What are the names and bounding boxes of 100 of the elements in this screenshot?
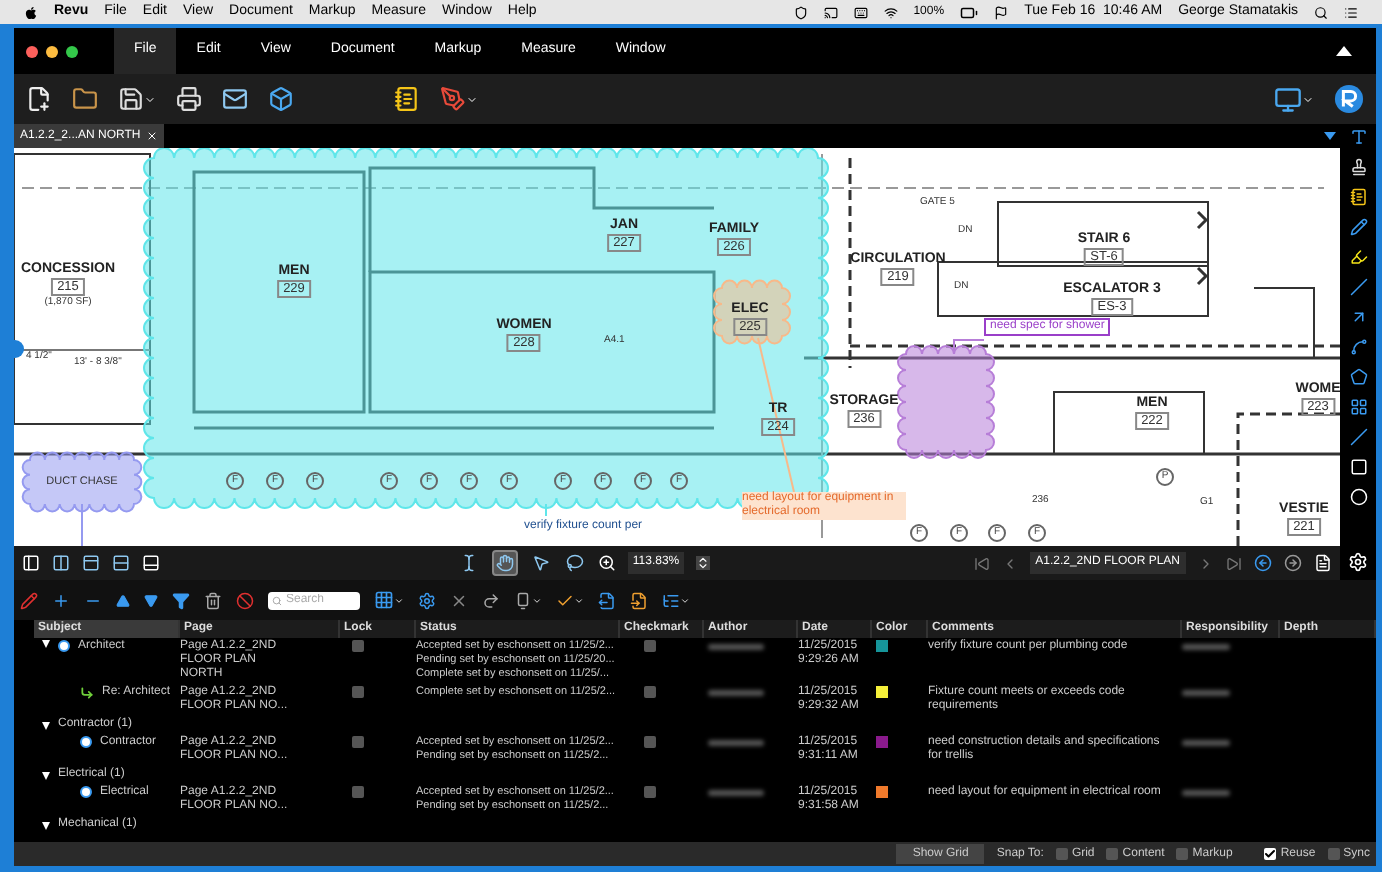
redo-icon[interactable]: [482, 591, 500, 609]
first-page-icon[interactable]: [973, 555, 990, 571]
folder-icon[interactable]: [72, 86, 98, 112]
checkmark-icon[interactable]: [556, 591, 574, 609]
flag-icon[interactable]: [994, 5, 1009, 19]
canvas-tool[interactable]: [492, 550, 519, 576]
stamp-icon[interactable]: [1349, 158, 1367, 176]
pen-icon[interactable]: [1349, 218, 1367, 236]
blurred-responsibility: [1182, 644, 1230, 650]
cloud-markup[interactable]: [21, 451, 143, 513]
save-icon[interactable]: [118, 86, 144, 112]
disclosure-triangle[interactable]: [42, 721, 50, 729]
cast-icon[interactable]: [823, 5, 838, 19]
document-icon[interactable]: [1314, 554, 1332, 572]
grid-icon[interactable]: [1349, 398, 1367, 416]
close-window-button[interactable]: [26, 45, 38, 57]
checkmark-checkbox[interactable]: [644, 686, 656, 698]
filter-icon[interactable]: [172, 591, 190, 609]
stepper-icon[interactable]: [695, 556, 710, 570]
option-checkbox[interactable]: [1264, 848, 1277, 860]
settings-icon[interactable]: [418, 591, 436, 609]
cloud-markup[interactable]: [713, 279, 791, 345]
logo-icon[interactable]: [1334, 84, 1364, 114]
option-checkbox[interactable]: [1176, 848, 1189, 860]
lock-checkbox[interactable]: [352, 686, 364, 698]
canvas-tool[interactable]: [530, 552, 553, 574]
caret-icon[interactable]: [144, 93, 156, 105]
disclosure-triangle[interactable]: [42, 771, 50, 779]
blurred-responsibility: [1182, 690, 1230, 696]
import-icon[interactable]: [630, 591, 648, 609]
polygon-icon[interactable]: [1349, 368, 1367, 386]
arc-icon[interactable]: [1349, 338, 1367, 356]
markup-icon: [80, 736, 92, 748]
export-icon[interactable]: [598, 591, 616, 609]
printer-icon[interactable]: [176, 86, 202, 112]
caret-icon[interactable]: [1302, 93, 1314, 105]
rows-icon[interactable]: [112, 554, 130, 572]
lock-checkbox[interactable]: [352, 786, 364, 798]
zoom-window-button[interactable]: [66, 45, 78, 57]
apple-logo-icon[interactable]: [24, 5, 38, 19]
add-icon[interactable]: [52, 591, 70, 609]
arrow-icon[interactable]: [1349, 308, 1367, 326]
wifi-icon[interactable]: [883, 5, 898, 19]
notebook-icon[interactable]: [394, 86, 420, 112]
option-checkbox[interactable]: [1106, 848, 1119, 860]
panel-top-icon[interactable]: [82, 554, 100, 572]
ellipse-icon[interactable]: [1349, 488, 1367, 506]
highlighter-icon[interactable]: [1349, 248, 1367, 266]
minimize-window-button[interactable]: [46, 45, 58, 57]
caret-icon[interactable]: [680, 595, 690, 605]
close-icon[interactable]: [450, 591, 468, 609]
checkmark-checkbox[interactable]: [644, 736, 656, 748]
shield-icon[interactable]: [793, 5, 808, 19]
last-page-icon[interactable]: [1226, 555, 1242, 571]
measure-line-icon[interactable]: [1349, 428, 1367, 446]
checkmark-checkbox[interactable]: [644, 640, 656, 652]
panel-left-icon[interactable]: [22, 554, 40, 572]
search-icon[interactable]: [1314, 5, 1328, 19]
keyboard-icon[interactable]: [853, 5, 868, 19]
next-page-icon[interactable]: [1198, 555, 1214, 571]
zoom-icon[interactable]: [598, 554, 617, 572]
forward-icon[interactable]: [1284, 554, 1302, 572]
lock-checkbox[interactable]: [352, 640, 364, 652]
scroll-handle[interactable]: [14, 340, 24, 358]
mail-icon[interactable]: [222, 86, 248, 112]
panel-bottom-icon[interactable]: [142, 554, 160, 572]
pen-icon[interactable]: [20, 591, 38, 609]
disclosure-triangle[interactable]: [42, 821, 50, 829]
checkmark-checkbox[interactable]: [644, 786, 656, 798]
caret-icon[interactable]: [394, 595, 404, 605]
grid-icon[interactable]: [374, 590, 394, 610]
option-checkbox[interactable]: [1327, 848, 1340, 860]
caret-icon[interactable]: [532, 595, 542, 605]
disclosure-triangle[interactable]: [42, 640, 50, 648]
move-up-icon[interactable]: [116, 593, 130, 607]
rectangle-icon[interactable]: [1349, 458, 1367, 476]
trash-icon[interactable]: [204, 591, 222, 609]
list-icon[interactable]: [1344, 5, 1358, 19]
columns-icon[interactable]: [52, 554, 70, 572]
list-icon[interactable]: [662, 591, 680, 609]
option-checkbox[interactable]: [1055, 848, 1068, 860]
markup-icon: [80, 786, 92, 798]
cube-icon[interactable]: [268, 86, 294, 112]
caret-icon[interactable]: [466, 93, 478, 105]
new-document-icon[interactable]: [26, 86, 52, 112]
back-icon[interactable]: [1254, 554, 1272, 572]
collapse-ribbon-icon[interactable]: [1336, 46, 1352, 56]
move-down-icon[interactable]: [144, 593, 158, 607]
note-icon[interactable]: [1349, 188, 1367, 206]
text-tool-icon[interactable]: [1349, 128, 1367, 146]
markup-tool-icon[interactable]: [440, 86, 466, 112]
status-icon[interactable]: [514, 591, 532, 609]
caret-icon[interactable]: [574, 595, 584, 605]
canvas-tool[interactable]: [564, 552, 587, 574]
no-symbol-icon[interactable]: [236, 591, 254, 609]
cloud-markup[interactable]: [897, 345, 995, 459]
monitor-icon[interactable]: [1274, 85, 1302, 113]
battery-icon[interactable]: [960, 3, 979, 21]
line-icon[interactable]: [1349, 278, 1367, 296]
lock-checkbox[interactable]: [352, 736, 364, 748]
